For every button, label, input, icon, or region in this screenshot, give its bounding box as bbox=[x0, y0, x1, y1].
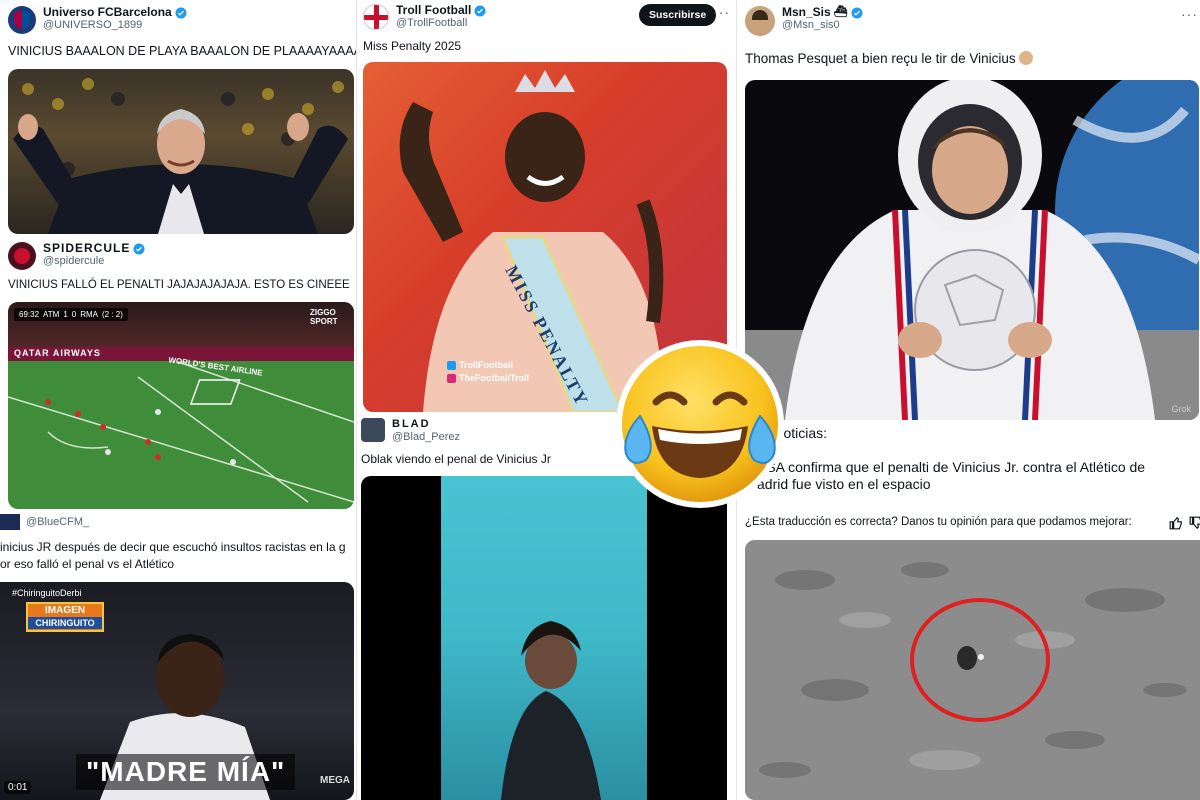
tweet-text: Oblak viendo el penal de Vinicius Jr bbox=[361, 452, 551, 466]
avatar[interactable] bbox=[0, 514, 20, 530]
tweet-text: VINICIUS BAAALON DE PLAYA BAAALON DE PLA… bbox=[8, 44, 356, 58]
user-handle[interactable]: @TrollFootball bbox=[396, 17, 486, 30]
away-team: RMA bbox=[80, 310, 99, 319]
user-handle[interactable]: @UNIVERSO_1899 bbox=[43, 19, 187, 32]
tweet-text-line2: ASA confirma que el penalti de Vinicius … bbox=[757, 459, 1146, 475]
clapping-hands-icon bbox=[1019, 51, 1034, 65]
tweet-text: Thomas Pesquet a bien reçu le tir de Vin… bbox=[745, 50, 1034, 67]
display-name[interactable]: SPIDERCULE bbox=[43, 242, 130, 255]
video-caption: "MADRE MÍA" bbox=[76, 754, 296, 790]
tweet-spidercule[interactable]: SPIDERCULE @spidercule VINICIUS FALLÓ EL… bbox=[0, 240, 356, 510]
tweet-text-line1: inicius JR después de decir que escuchó … bbox=[0, 540, 346, 554]
verified-icon bbox=[851, 7, 863, 18]
watermark-twitter: TrollFootball bbox=[447, 360, 513, 370]
tweet-bluecfm[interactable]: @BlueCFM_ inicius JR después de decir qu… bbox=[0, 510, 356, 800]
tweet-text: Miss Penalty 2025 bbox=[363, 39, 462, 53]
astronaut-illustration bbox=[745, 80, 1199, 420]
twitter-icon bbox=[447, 360, 456, 370]
user-handle[interactable]: @Blad_Perez bbox=[392, 431, 460, 444]
user-handle[interactable]: @BlueCFM_ bbox=[26, 514, 89, 530]
avatar[interactable] bbox=[745, 6, 775, 36]
more-options-icon[interactable]: ··· bbox=[1181, 6, 1198, 22]
display-name[interactable]: Msn_Sis bbox=[782, 6, 831, 19]
tweet-image-astronaut[interactable]: Grok bbox=[745, 80, 1199, 420]
tweet-text-line2: or eso falló el penal vs el Atlético bbox=[0, 557, 175, 571]
tweet-text: VINICIUS FALLÓ EL PENALTI JAJAJAJAJAJA. … bbox=[8, 279, 350, 291]
column-right: Msn_Sis ⛴ @Msn_sis0 ··· Thomas Pesquet a… bbox=[736, 0, 1200, 800]
home-score: 1 bbox=[63, 310, 68, 319]
display-name[interactable]: BLAD bbox=[392, 418, 431, 431]
tweet-video-oblak[interactable] bbox=[361, 476, 727, 800]
subscribe-button[interactable]: Suscribirse bbox=[639, 4, 717, 26]
broadcaster-logo: ZIGGO SPORT bbox=[310, 308, 338, 326]
tweet-msn-sis[interactable]: Msn_Sis ⛴ @Msn_sis0 ··· Thomas Pesquet a… bbox=[737, 0, 1200, 424]
thumbs-down-icon[interactable] bbox=[1189, 516, 1200, 530]
tweet-video-chiringuito[interactable]: #ChiringuitoDerbi IMAGEN CHIRINGUITO "MA… bbox=[0, 582, 354, 800]
instagram-icon bbox=[447, 373, 456, 383]
home-team: ATM bbox=[43, 310, 60, 319]
user-handle[interactable]: @Msn_sis0 bbox=[782, 19, 863, 32]
user-handle[interactable]: @spidercule bbox=[43, 255, 145, 268]
laughing-tears-emoji-icon bbox=[616, 340, 784, 508]
verified-icon bbox=[175, 7, 187, 18]
avatar[interactable] bbox=[361, 418, 385, 442]
avatar[interactable] bbox=[8, 242, 36, 270]
thumbs-up-icon[interactable] bbox=[1169, 516, 1183, 530]
scoreboard: 69:32 ATM 1 0 RMA (2 : 2) bbox=[14, 308, 128, 321]
ai-image-tag: Grok bbox=[1171, 404, 1191, 414]
tweet-image-moon-surface[interactable] bbox=[745, 540, 1200, 800]
video-timestamp: 0:01 bbox=[4, 781, 32, 794]
ship-emoji-icon: ⛴ bbox=[833, 6, 848, 18]
channel-watermark: MEGA bbox=[320, 775, 350, 786]
moon-surface-illustration bbox=[745, 540, 1200, 800]
tweet-universo[interactable]: Universo FCBarcelona @UNIVERSO_1899 VINI… bbox=[0, 0, 356, 240]
avatar[interactable] bbox=[363, 4, 389, 30]
aggregate-score: (2 : 2) bbox=[102, 310, 123, 319]
watermark-instagram: TheFootballTroll bbox=[447, 373, 529, 383]
tweet-news[interactable]: as noticias: ASA confirma que el penalti… bbox=[737, 424, 1200, 800]
match-clock: 69:32 bbox=[19, 310, 40, 319]
translation-feedback-prompt: ¿Esta traducción es correcta? Danos tu o… bbox=[745, 516, 1132, 528]
more-options-icon[interactable]: ··· bbox=[713, 4, 728, 20]
verified-icon bbox=[474, 5, 486, 16]
tweet-image-match[interactable]: QATAR AIRWAYS WORLD'S BEST AIRLINE 69:32… bbox=[8, 302, 354, 509]
display-name[interactable]: Troll Football bbox=[396, 4, 471, 17]
pitch-lines bbox=[8, 361, 354, 503]
avatar[interactable] bbox=[8, 6, 36, 34]
tweet-image-mourinho[interactable] bbox=[8, 69, 354, 234]
crowd-illustration bbox=[13, 78, 348, 234]
display-name[interactable]: Universo FCBarcelona bbox=[43, 6, 172, 19]
column-left: Universo FCBarcelona @UNIVERSO_1899 VINI… bbox=[0, 0, 356, 800]
verified-icon bbox=[133, 243, 145, 254]
away-score: 0 bbox=[71, 310, 77, 319]
man-looking-up-illustration bbox=[501, 621, 601, 800]
